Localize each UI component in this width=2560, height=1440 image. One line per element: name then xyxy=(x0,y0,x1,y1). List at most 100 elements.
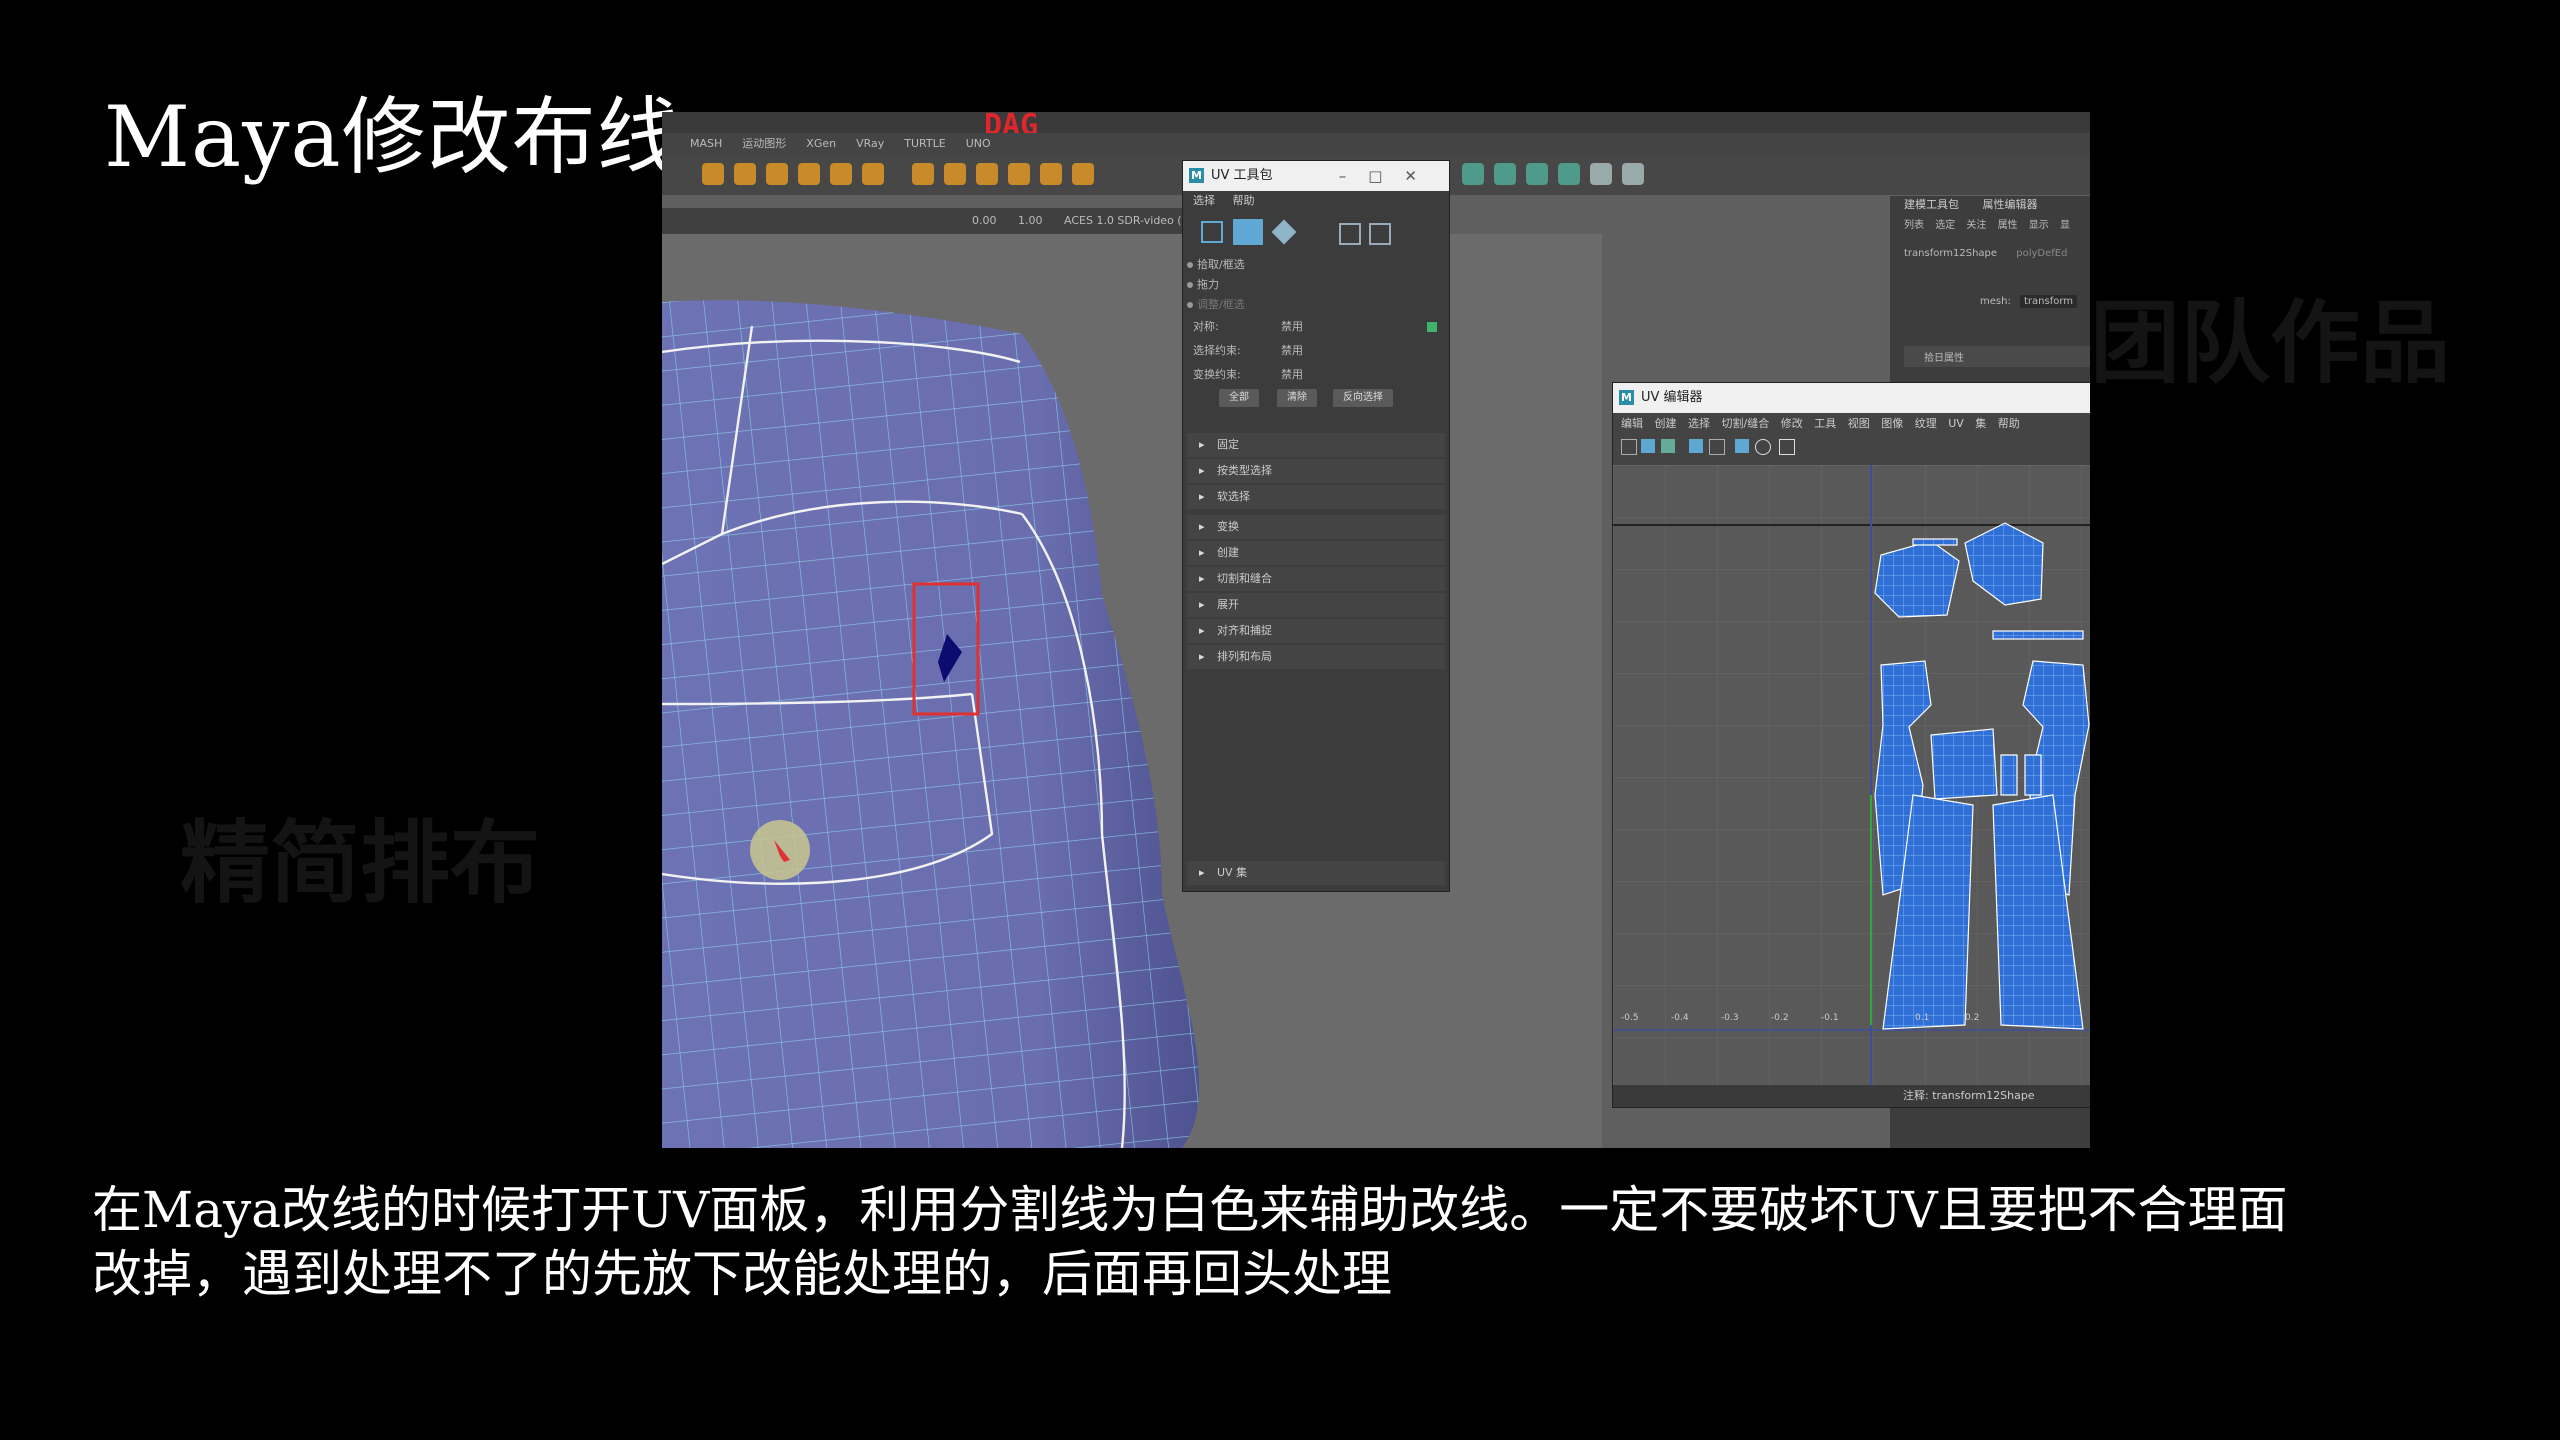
uv-menu-item[interactable]: 创建 xyxy=(1655,417,1677,430)
uv-tool-icon[interactable] xyxy=(1779,439,1795,455)
uv-menu-item[interactable]: 编辑 xyxy=(1621,417,1643,430)
tab-attribute-editor[interactable]: 属性编辑器 xyxy=(1983,198,2038,211)
tab-modeling-toolkit[interactable]: 建模工具包 xyxy=(1904,198,1959,211)
selection-buttons: 全部 清除 反向选择 xyxy=(1183,387,1449,411)
invert-selection-button[interactable]: 反向选择 xyxy=(1333,389,1393,407)
shelf-tool-icon[interactable] xyxy=(1462,163,1484,185)
uv-menu-item[interactable]: 工具 xyxy=(1814,417,1836,430)
ae-menu-item[interactable]: 属性 xyxy=(1998,220,2018,231)
ae-menu-item[interactable]: 选定 xyxy=(1935,220,1955,231)
shelf-tool-icon[interactable] xyxy=(830,163,852,185)
uv-menu-item[interactable]: 修改 xyxy=(1781,417,1803,430)
shelf-tab[interactable]: MASH xyxy=(690,133,722,155)
node-tab[interactable]: transform12Shape xyxy=(1904,248,1997,259)
gamma-value[interactable]: 0.00 xyxy=(972,214,997,227)
section-arrange-layout[interactable]: 排列和布局 xyxy=(1187,645,1445,669)
edge-mode-icon[interactable] xyxy=(1233,219,1263,245)
shelf-tool-icon[interactable] xyxy=(1558,163,1580,185)
shelf-tab[interactable]: 运动图形 xyxy=(742,133,786,155)
symmetry-indicator-icon[interactable] xyxy=(1427,322,1437,332)
uv-editor-titlebar[interactable]: M UV 编辑器 xyxy=(1613,383,2090,413)
uv-tool-icon[interactable] xyxy=(1661,439,1675,453)
selection-constraint-dropdown[interactable]: 禁用 xyxy=(1281,339,1303,363)
shelf-tool-icon[interactable] xyxy=(702,163,724,185)
shelf-tool-icon[interactable] xyxy=(798,163,820,185)
section-unfold[interactable]: 展开 xyxy=(1187,593,1445,617)
shelf-tool-icon[interactable] xyxy=(1526,163,1548,185)
vertex-mode-icon[interactable] xyxy=(1201,221,1223,243)
viewport-toolbar: 0.00 1.00 ACES 1.0 SDR-video (sR xyxy=(662,208,1195,234)
radio-tweak[interactable]: 调整/框选 xyxy=(1183,295,1449,315)
ghost-text-right: 团队作品 xyxy=(2090,291,2450,396)
uv-tool-icon[interactable] xyxy=(1755,439,1771,455)
section-uv-set[interactable]: UV 集 xyxy=(1187,861,1445,885)
uv-tool-icon[interactable] xyxy=(1689,439,1703,453)
radio-drag[interactable]: 拖力 xyxy=(1183,275,1449,295)
uv-grid[interactable]: -0.5 -0.4 -0.3 -0.2 -0.1 0.1 0.2 xyxy=(1613,465,2090,1085)
shelf-tool-icon[interactable] xyxy=(912,163,934,185)
menu-select[interactable]: 选择 xyxy=(1193,194,1215,207)
uv-menu-item[interactable]: 视图 xyxy=(1848,417,1870,430)
3d-viewport[interactable]: 后 xyxy=(662,234,1850,1148)
uv-tool-icon[interactable] xyxy=(1709,439,1725,455)
uv-toolkit-titlebar[interactable]: M UV 工具包 –□✕ xyxy=(1183,161,1449,191)
mesh-field[interactable]: transform xyxy=(2020,295,2078,308)
attribute-editor-menu: 列表 选定 关注 属性 显示 显 xyxy=(1904,216,2070,231)
ae-menu-item[interactable]: 关注 xyxy=(1966,220,1986,231)
section-create[interactable]: 创建 xyxy=(1187,541,1445,565)
color-space[interactable]: ACES 1.0 SDR-video (sR xyxy=(1064,214,1195,227)
ae-section[interactable]: 拾日属性 xyxy=(1904,346,2090,367)
uv-menu-item[interactable]: 选择 xyxy=(1688,417,1710,430)
section-select-by-type[interactable]: 按类型选择 xyxy=(1187,459,1445,483)
section-soft-select[interactable]: 软选择 xyxy=(1187,485,1445,509)
uv-menu-item[interactable]: 纹理 xyxy=(1915,417,1937,430)
ae-menu-item[interactable]: 列表 xyxy=(1904,220,1924,231)
uv-menu-item[interactable]: 帮助 xyxy=(1998,417,2020,430)
exposure-value[interactable]: 1.00 xyxy=(1018,214,1043,227)
uv-editor-menu: 编辑 创建 选择 切割/缝合 修改 工具 视图 图像 纹理 UV 集 帮助 xyxy=(1613,413,2090,435)
shelf-tool-icon[interactable] xyxy=(734,163,756,185)
uv-menu-item[interactable]: 图像 xyxy=(1881,417,1903,430)
uv-tool-icon[interactable] xyxy=(1641,439,1655,453)
grid-mode-icon[interactable] xyxy=(1369,223,1391,245)
section-pin[interactable]: 固定 xyxy=(1187,433,1445,457)
uv-editor-title: UV 编辑器 xyxy=(1641,390,1703,405)
window-controls-icon[interactable]: –□✕ xyxy=(1339,161,1439,191)
shelf-tool-icon[interactable] xyxy=(976,163,998,185)
shelf-tab[interactable]: XGen xyxy=(806,133,836,155)
shelf-tab[interactable]: VRay xyxy=(856,133,884,155)
shelf-tool-icon[interactable] xyxy=(862,163,884,185)
shelf-tab[interactable]: UNO xyxy=(966,133,991,155)
radio-pick[interactable]: 拾取/框选 xyxy=(1183,255,1449,275)
shelf-tab[interactable]: TURTLE xyxy=(904,133,945,155)
ae-menu-item[interactable]: 显示 xyxy=(2029,220,2049,231)
uv-menu-item[interactable]: UV 集 xyxy=(1948,417,1986,430)
shelf-tool-icon[interactable] xyxy=(766,163,788,185)
symmetry-dropdown[interactable]: 禁用 xyxy=(1281,315,1303,339)
ae-menu-item[interactable]: 显 xyxy=(2060,220,2070,231)
uv-menu-item[interactable]: 切割/缝合 xyxy=(1722,417,1770,430)
shelf-tool-icon[interactable] xyxy=(944,163,966,185)
select-all-button[interactable]: 全部 xyxy=(1219,389,1259,407)
transform-constraint-dropdown[interactable]: 禁用 xyxy=(1281,363,1303,387)
face-mode-icon[interactable] xyxy=(1271,219,1297,245)
uv-tool-icon[interactable] xyxy=(1735,439,1749,453)
slide-caption: 在Maya改线的时候打开UV面板，利用分割线为白色来辅助改线。一定不要破坏UV且… xyxy=(92,1178,2392,1306)
uv-axis-label: -0.3 xyxy=(1721,1013,1739,1023)
shelf-tool-icon[interactable] xyxy=(1590,163,1612,185)
uv-layout xyxy=(1613,465,2090,1085)
shelf-tool-icon[interactable] xyxy=(1622,163,1644,185)
shelf-tool-icon[interactable] xyxy=(1494,163,1516,185)
section-align-snap[interactable]: 对齐和捕捉 xyxy=(1187,619,1445,643)
section-transform[interactable]: 变换 xyxy=(1187,515,1445,539)
menu-help[interactable]: 帮助 xyxy=(1233,194,1255,207)
section-cut-sew[interactable]: 切割和缝合 xyxy=(1187,567,1445,591)
shell-mode-icon[interactable] xyxy=(1339,223,1361,245)
clear-button[interactable]: 清除 xyxy=(1277,389,1317,407)
shelf-tool-icon[interactable] xyxy=(1040,163,1062,185)
node-tab[interactable]: polyDefEd xyxy=(2016,248,2067,259)
shelf-tool-icon[interactable] xyxy=(1008,163,1030,185)
shelf-tool-icon[interactable] xyxy=(1072,163,1094,185)
symmetry-row: 对称: 禁用 xyxy=(1183,315,1449,339)
uv-tool-icon[interactable] xyxy=(1621,439,1637,455)
